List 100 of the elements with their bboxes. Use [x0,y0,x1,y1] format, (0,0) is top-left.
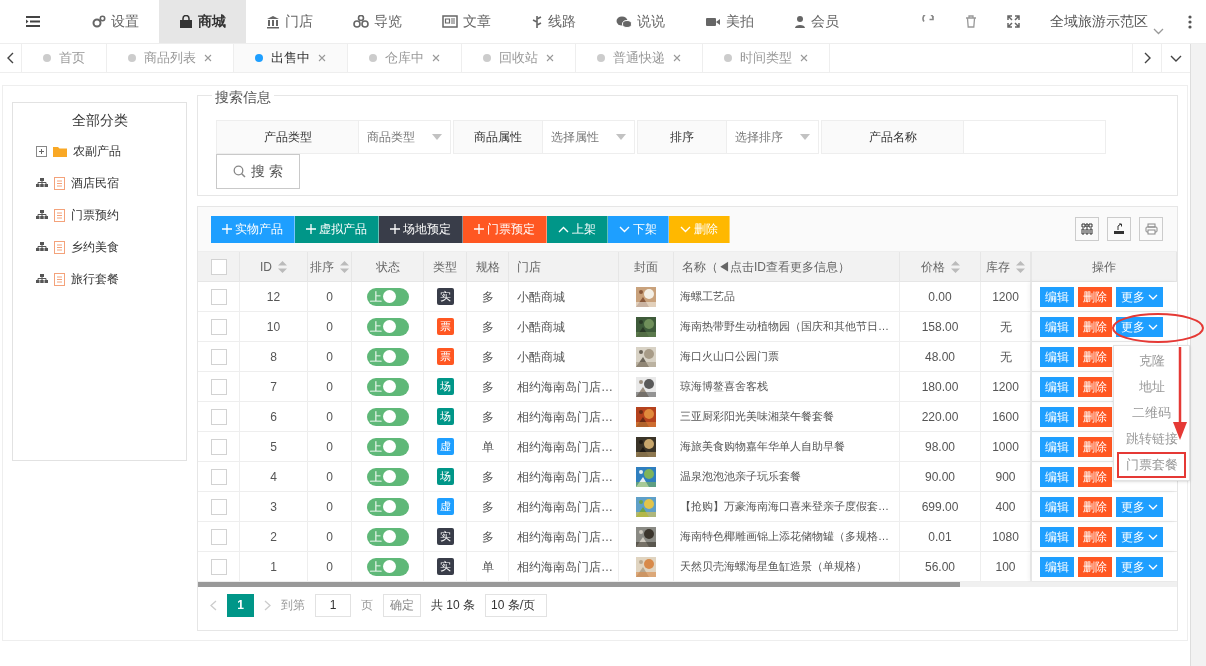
column-header[interactable]: 排序 [310,257,334,276]
nav-tab[interactable]: 设置 [72,0,159,43]
page-tab[interactable]: 出售中 [234,44,348,72]
table-cell[interactable]: 1 [270,557,277,576]
product-name[interactable]: 天然贝壳海螺海星鱼缸造景（单规格） [680,558,867,575]
toolbar-button[interactable]: 虚拟产品 [295,215,379,243]
delete-button[interactable]: 删除 [1078,466,1112,487]
nav-tab[interactable]: 说说 [596,0,685,43]
checkbox[interactable] [210,528,227,545]
status-toggle[interactable]: 上 [366,467,409,486]
product-name[interactable]: 【抢购】万豪海南海口喜来登亲子度假套… [680,498,889,515]
nav-tab[interactable]: 文章 [422,0,511,43]
delete-button[interactable]: 删除 [1078,526,1112,547]
more-button[interactable]: 更多 [1116,286,1163,307]
table-cell[interactable]: 7 [270,377,277,396]
checkbox[interactable] [210,348,227,365]
close-icon[interactable] [204,54,212,62]
checkbox[interactable] [210,288,227,305]
category-item[interactable]: 门票预约 [71,206,119,224]
close-icon[interactable] [546,54,554,62]
product-name[interactable]: 海南特色椰雕画锦上添花储物罐（多规格… [680,528,889,545]
columns-button[interactable] [1075,217,1099,241]
more-vertical-icon[interactable] [1188,14,1192,29]
status-toggle[interactable]: 上 [366,437,409,456]
product-name[interactable]: 海旅美食购物嘉年华单人自助早餐 [680,438,845,455]
page-size-select[interactable]: 10 条/页 [485,593,547,617]
page-tab[interactable]: 仓库中 [348,44,462,72]
toolbar-button[interactable]: 上架 [547,215,608,243]
delete-button[interactable]: 删除 [1078,406,1112,427]
page-tab[interactable]: 普通快递 [576,44,703,72]
nav-tab[interactable]: 美拍 [685,0,774,43]
category-item[interactable]: 酒店民宿 [71,174,119,192]
delete-button[interactable]: 删除 [1078,286,1112,307]
product-name[interactable]: 温泉泡泡池亲子玩乐套餐 [680,468,801,485]
more-button[interactable]: 更多 [1116,556,1163,577]
edit-button[interactable]: 编辑 [1040,556,1074,577]
status-toggle[interactable]: 上 [366,317,409,336]
edit-button[interactable]: 编辑 [1040,496,1074,517]
page-tab[interactable]: 时间类型 [703,44,830,72]
sort-icon[interactable] [278,260,287,273]
more-button[interactable]: 更多 [1116,496,1163,517]
product-name[interactable]: 琼海博鳌喜舍客栈 [680,378,768,395]
status-toggle[interactable]: 上 [366,557,409,576]
page-button[interactable]: 1 [227,593,254,617]
more-button[interactable]: 更多 [1116,526,1163,547]
table-cell[interactable]: 6 [270,407,277,426]
expand-icon[interactable] [36,145,47,157]
column-header[interactable]: 库存 [986,257,1010,276]
fullscreen-icon[interactable] [1007,15,1020,28]
close-icon[interactable] [673,54,681,62]
edit-button[interactable]: 编辑 [1040,436,1074,457]
more-button[interactable]: 更多 [1116,316,1163,337]
column-header[interactable]: 价格 [920,257,945,276]
table-cell[interactable]: 3 [270,497,277,516]
checkbox[interactable] [210,408,227,425]
confirm-button[interactable]: 确定 [383,593,421,617]
page-input[interactable]: 1 [315,593,351,617]
delete-button[interactable]: 删除 [1078,436,1112,457]
close-icon[interactable] [432,54,440,62]
table-cell[interactable]: 8 [270,347,277,366]
delete-button[interactable]: 删除 [1078,496,1112,517]
table-cell[interactable]: 5 [270,437,277,456]
sort-icon[interactable] [340,260,349,273]
edit-button[interactable]: 编辑 [1040,526,1074,547]
nav-tab[interactable]: 会员 [774,0,859,43]
export-button[interactable] [1107,217,1131,241]
menu-item[interactable]: 二维码 [1114,400,1189,426]
checkbox[interactable] [210,558,227,575]
site-selector[interactable]: 全域旅游示范区 [1050,11,1148,32]
edit-button[interactable]: 编辑 [1040,376,1074,397]
delete-button[interactable]: 删除 [1078,556,1112,577]
edit-button[interactable]: 编辑 [1040,466,1074,487]
chevron-down-icon[interactable] [1170,54,1182,62]
edit-button[interactable]: 编辑 [1040,316,1074,337]
product-name[interactable]: 海口火山口公园门票 [680,348,779,365]
status-toggle[interactable]: 上 [366,377,409,396]
checkbox[interactable] [210,468,227,485]
print-button[interactable] [1139,217,1163,241]
menu-item[interactable]: 地址 [1114,374,1189,400]
close-icon[interactable] [318,54,326,62]
column-header[interactable]: ID [260,257,272,276]
menu-icon[interactable] [26,16,40,27]
category-item[interactable]: 农副产品 [73,142,121,160]
product-name[interactable]: 海螺工艺品 [680,288,735,305]
edit-button[interactable]: 编辑 [1040,406,1074,427]
scrollbar-thumb[interactable] [198,582,960,587]
status-toggle[interactable]: 上 [366,497,409,516]
checkbox[interactable] [210,258,227,275]
chevron-left-icon[interactable] [7,52,14,64]
product-name[interactable]: 海南热带野生动植物园（国庆和其他节日… [680,318,889,335]
search-button[interactable]: 搜 索 [216,154,300,189]
product-name[interactable]: 三亚厨彩阳光美味湘菜午餐套餐 [680,408,834,425]
menu-item[interactable]: 跳转链接 [1114,426,1189,452]
nav-tab[interactable]: 商城 [159,0,246,43]
trash-icon[interactable] [965,15,977,28]
sort-icon[interactable] [950,260,960,273]
checkbox[interactable] [210,438,227,455]
table-cell[interactable]: 2 [270,527,277,546]
menu-item[interactable]: 门票套餐 [1117,452,1186,478]
page-tab[interactable]: 首页 [22,44,107,72]
